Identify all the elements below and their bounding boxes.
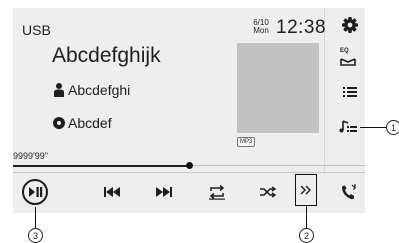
callout-2: 2 — [299, 228, 314, 243]
callout-1: 1 — [386, 120, 399, 135]
clock: 12:38 — [276, 17, 327, 38]
callout-3: 3 — [28, 228, 43, 243]
artist-name: Abcdefghi — [68, 82, 131, 98]
album-name: Abcdef — [68, 115, 112, 131]
track-title: Abcdefghijk — [52, 44, 161, 67]
repeat-icon — [209, 184, 225, 200]
controls-divider — [13, 172, 365, 173]
callout-3-leader — [35, 207, 36, 229]
play-pause-icon — [22, 179, 48, 205]
date-weekday: Mon — [253, 26, 269, 35]
next-track-button[interactable] — [149, 177, 179, 207]
source-label: USB — [22, 22, 51, 38]
more-button[interactable] — [295, 174, 317, 206]
callout-2-leader — [306, 206, 307, 229]
format-badge: MP3 — [237, 137, 256, 147]
music-browse-icon[interactable] — [338, 117, 360, 137]
person-icon — [53, 82, 65, 98]
shuffle-icon — [260, 186, 277, 198]
progress-knob[interactable] — [185, 162, 193, 169]
shuffle-button[interactable] — [253, 177, 283, 207]
phone-button[interactable] — [334, 177, 364, 207]
gear-icon[interactable] — [339, 14, 361, 36]
disc-icon — [52, 116, 66, 130]
album-art — [237, 43, 319, 133]
play-pause-button[interactable] — [20, 177, 50, 207]
list-icon[interactable] — [340, 84, 360, 100]
phone-icon — [342, 184, 356, 200]
more-icon — [300, 185, 311, 195]
eq-icon[interactable]: EQ — [337, 48, 363, 70]
repeat-button[interactable] — [202, 177, 232, 207]
callout-1-leader — [360, 127, 387, 128]
date-display: 6/10 Mon — [250, 19, 272, 35]
progress-fill — [13, 165, 189, 167]
elapsed-time: 9999'99" — [13, 151, 48, 161]
next-track-icon — [156, 187, 172, 197]
previous-track-button[interactable] — [97, 177, 127, 207]
previous-track-icon — [104, 187, 120, 197]
